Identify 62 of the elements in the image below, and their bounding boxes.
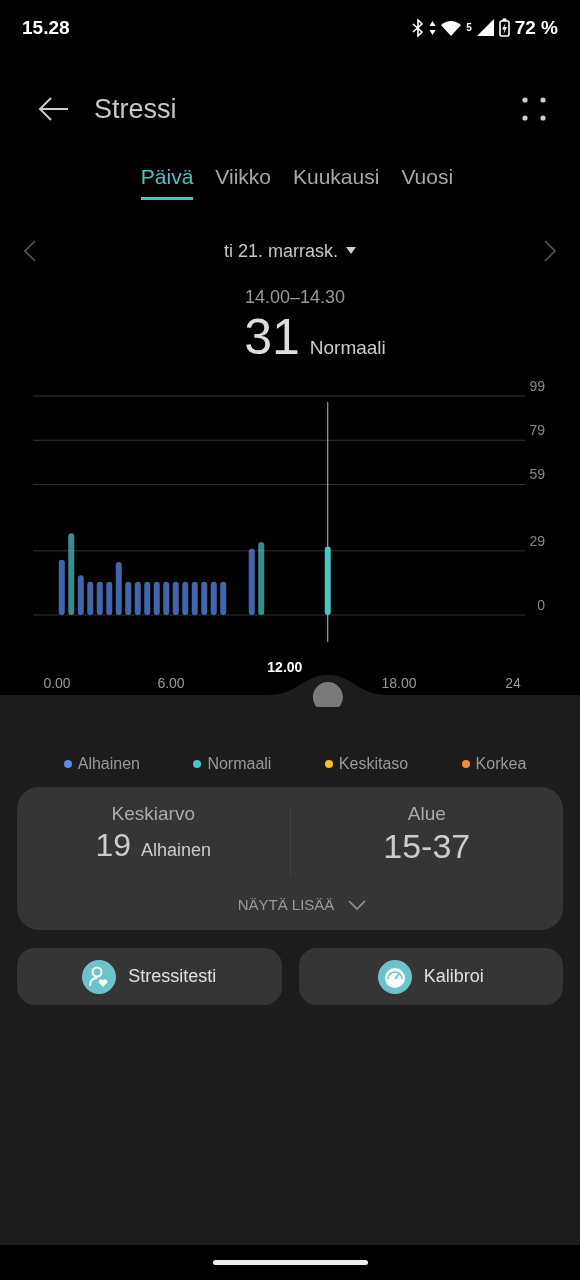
stress-category: Normaali: [309, 337, 386, 359]
stress-value: 31: [244, 308, 300, 366]
signal-icon: [476, 19, 494, 36]
bar: [115, 561, 122, 615]
wifi-icon: [441, 19, 462, 36]
axis-label: 6.00: [157, 675, 185, 691]
bar: [324, 546, 331, 615]
battery-percent: 72 %: [514, 16, 558, 39]
axis-label: 24: [505, 675, 521, 691]
bar: [153, 581, 160, 615]
battery-icon: [498, 18, 510, 37]
network-type-label: 5: [466, 22, 472, 33]
bar: [134, 581, 141, 615]
range-value: 15-37: [383, 827, 471, 866]
bar: [172, 581, 179, 615]
average-category: Alhainen: [141, 840, 212, 861]
tab[interactable]: Kuukausi: [293, 163, 380, 200]
bar: [58, 559, 65, 615]
bar: [96, 581, 103, 615]
action-button[interactable]: Kalibroi: [298, 948, 563, 1005]
bar: [106, 581, 113, 615]
axis-label: 59: [529, 466, 545, 483]
tab[interactable]: Päivä: [140, 163, 194, 200]
data-arrows-icon: [429, 19, 437, 36]
legend-label: Keskitaso: [338, 755, 409, 773]
bar: [163, 581, 170, 615]
bar: [87, 581, 94, 615]
axis-label: 79: [529, 422, 545, 439]
bar: [144, 581, 151, 615]
scrubber-label: 12.00: [267, 659, 303, 675]
bar: [248, 548, 255, 615]
average-label: Keskiarvo: [111, 803, 195, 825]
gauge-icon: [377, 959, 412, 994]
bar: [182, 581, 189, 615]
bar: [201, 581, 208, 615]
show-more-button[interactable]: NÄYTÄ LISÄÄ: [207, 895, 373, 914]
date-dropdown[interactable]: ti 21. marrask.: [218, 239, 362, 263]
action-button[interactable]: Stressitesti: [17, 948, 282, 1005]
legend-label: Alhainen: [77, 755, 140, 773]
axis-label: 0: [537, 597, 545, 613]
slider-handle[interactable]: [312, 682, 343, 707]
axis-label: 29: [529, 532, 545, 549]
axis-label: 0.00: [43, 675, 71, 691]
legend-label: Korkea: [475, 755, 527, 773]
bluetooth-icon: [412, 18, 425, 37]
caret-icon: [346, 247, 356, 255]
bar: [125, 581, 132, 615]
page-title: Stressi: [94, 93, 178, 125]
bar: [77, 575, 84, 615]
tab[interactable]: Viikko: [215, 163, 271, 200]
legend-label: Normaali: [207, 755, 272, 773]
bar: [220, 581, 227, 615]
time-range: 14.00–14.30: [244, 287, 346, 308]
bar: [191, 581, 198, 615]
clock: 15.28: [22, 16, 70, 39]
bar: [210, 581, 217, 615]
axis-label: 99: [529, 378, 545, 394]
average-value: 19: [95, 827, 131, 864]
axis-label: 18.00: [381, 675, 417, 691]
chevron-down-icon: [348, 899, 367, 910]
tab[interactable]: Vuosi: [401, 163, 454, 200]
range-label: Alue: [407, 803, 446, 825]
